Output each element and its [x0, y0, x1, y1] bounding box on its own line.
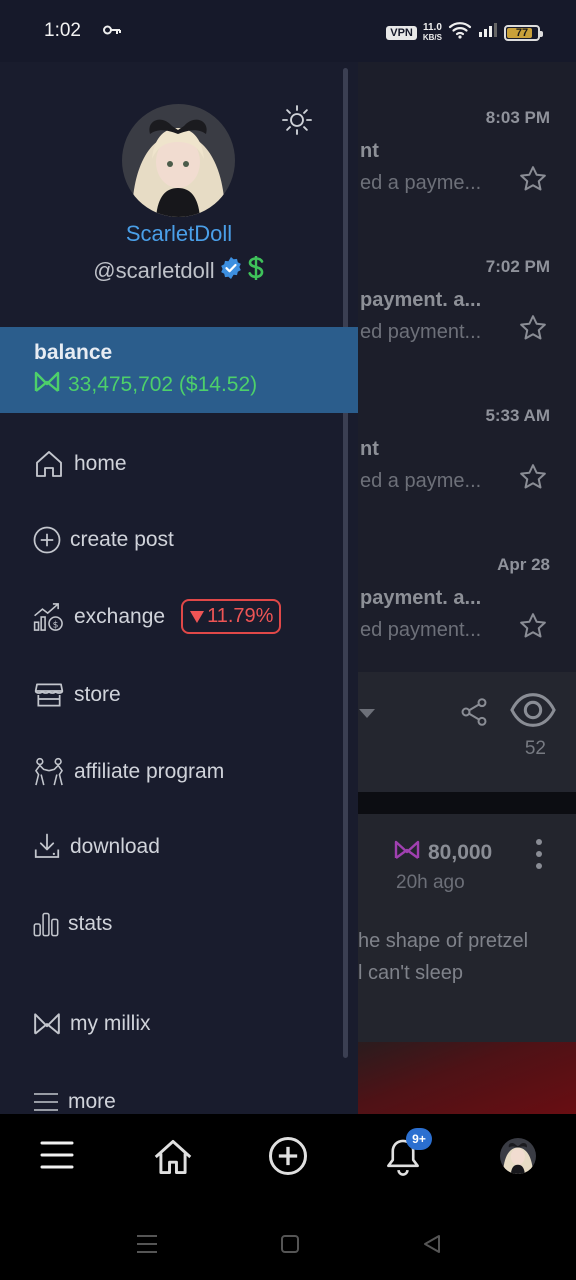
download-icon [32, 832, 62, 862]
post-age: 20h ago [396, 872, 465, 893]
profile-avatar[interactable] [122, 104, 235, 217]
menu-item-store[interactable]: store [32, 679, 121, 711]
notification-subtitle: ed a payme... [360, 172, 482, 194]
net-speed: 11.0 KB/S [422, 21, 442, 43]
hamburger-menu-icon[interactable] [40, 1140, 74, 1175]
navigation-drawer: ScarletDoll @scarletdoll balance 33,475,… [0, 62, 358, 1114]
vpn-badge: VPN [386, 25, 417, 40]
status-bar: 1:02 VPN 11.0 KB/S 77 [0, 0, 576, 62]
signal-icon [478, 22, 498, 43]
notification-feed: 8:03 PM nt ed a payme... 7:02 PM payment… [358, 62, 576, 1114]
notification-time: 7:02 PM [485, 257, 550, 276]
star-icon[interactable] [518, 164, 548, 199]
menu-item-affiliate[interactable]: affiliate program [32, 756, 224, 788]
star-icon[interactable] [518, 611, 548, 646]
menu-label: store [74, 683, 121, 706]
feed-divider [358, 792, 576, 814]
battery-indicator: 77 [504, 24, 543, 41]
stats-icon [32, 910, 60, 938]
view-count: 52 [524, 738, 546, 759]
down-triangle-icon [190, 610, 205, 623]
recent-apps-icon[interactable] [136, 1234, 158, 1259]
svg-text:$: $ [53, 620, 59, 630]
millix-icon [32, 1012, 62, 1036]
menu-label: home [74, 452, 127, 475]
star-icon[interactable] [518, 313, 548, 348]
display-name[interactable]: ScarletDoll [0, 221, 358, 247]
store-icon [32, 679, 66, 711]
notification-title: payment. a... [360, 587, 482, 609]
balance-panel[interactable]: balance 33,475,702 ($14.52) [0, 327, 358, 413]
balance-value-row: 33,475,702 ($14.52) [34, 371, 358, 399]
share-icon[interactable] [458, 696, 490, 733]
net-speed-unit: KB/S [422, 32, 442, 42]
exchange-icon: $ [32, 601, 66, 633]
status-icons: VPN 11.0 KB/S 77 [386, 21, 543, 44]
caret-down-icon[interactable] [358, 706, 376, 724]
balance-amount: 33,475,702 ($14.52) [68, 373, 258, 396]
verified-icon [219, 256, 243, 285]
notification-title: payment. a... [360, 289, 482, 311]
price-change-value: 11.79% [207, 605, 274, 627]
balance-label: balance [34, 341, 113, 364]
back-triangle-icon[interactable] [422, 1234, 442, 1259]
user-handle: @scarletdoll [93, 257, 215, 283]
bottom-nav [0, 1114, 576, 1200]
post-text-line: he shape of pretzel [358, 930, 529, 952]
key-icon [102, 22, 121, 40]
menu-label: affiliate program [74, 760, 225, 783]
menu-label: exchange [74, 604, 166, 628]
millix-icon [34, 371, 60, 399]
price-change-badge: 11.79% [181, 599, 282, 634]
dollar-icon [247, 255, 265, 286]
menu-item-download[interactable]: download [32, 832, 160, 862]
drawer-scrollbar[interactable] [343, 68, 348, 1058]
menu-label: stats [68, 912, 113, 935]
plus-circle-icon[interactable] [268, 1136, 308, 1181]
menu-item-my-millix[interactable]: my millix [32, 1012, 150, 1036]
battery-level: 77 [515, 26, 529, 39]
notification-time: Apr 28 [497, 555, 550, 574]
menu-item-stats[interactable]: stats [32, 910, 112, 938]
status-time: 1:02 [44, 20, 81, 41]
menu-item-more[interactable]: more [32, 1090, 116, 1114]
menu-item-exchange[interactable]: $ exchange 11.79% [32, 599, 282, 634]
wifi-icon [448, 21, 472, 44]
kebab-icon[interactable] [534, 838, 544, 875]
menu-label: create post [70, 528, 174, 551]
home-icon [32, 448, 66, 480]
system-nav-bar [0, 1200, 576, 1280]
notification-subtitle: ed a payme... [360, 470, 482, 492]
handle-row: @scarletdoll [0, 255, 358, 286]
post-amount: 80,000 [394, 840, 492, 866]
notification-subtitle: ed payment... [360, 321, 482, 343]
plus-circle-icon [32, 525, 62, 555]
menu-label: my millix [70, 1012, 151, 1035]
home-square-icon[interactable] [280, 1234, 300, 1259]
notification-count-badge: 9+ [406, 1128, 432, 1150]
post-text-line: l can't sleep [358, 962, 463, 984]
home-icon[interactable] [152, 1138, 194, 1181]
notification-subtitle: ed payment... [360, 619, 482, 641]
millix-icon [394, 840, 420, 866]
notification-title: nt [360, 438, 379, 460]
affiliate-icon [32, 756, 66, 788]
sun-icon[interactable] [281, 104, 313, 141]
menu-item-home[interactable]: home [32, 448, 127, 480]
menu-label: download [70, 835, 160, 858]
star-icon[interactable] [518, 462, 548, 497]
notification-title: nt [360, 140, 379, 162]
eye-icon[interactable] [510, 690, 556, 735]
menu-item-create-post[interactable]: create post [32, 525, 174, 555]
post-image[interactable] [358, 1042, 576, 1114]
menu-label: more [68, 1090, 116, 1113]
net-speed-value: 11.0 [422, 21, 442, 33]
post-amount-value: 80,000 [428, 841, 493, 864]
menu-icon [32, 1090, 60, 1114]
notification-time: 8:03 PM [485, 108, 550, 127]
profile-avatar-small[interactable] [500, 1138, 536, 1174]
notification-time: 5:33 AM [485, 406, 550, 425]
